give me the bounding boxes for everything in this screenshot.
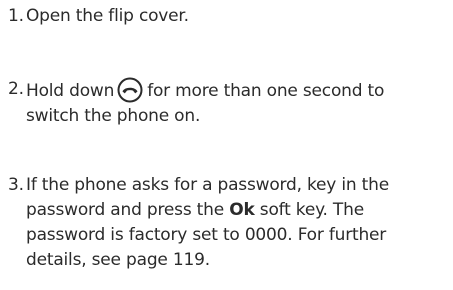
step-line: details, see page 119. (26, 250, 210, 270)
step-2: 2. Hold down for more than one second to… (8, 77, 384, 129)
step-number: 2. (8, 79, 24, 99)
step-number: 3. (8, 175, 24, 195)
step-line: password is factory set to 0000. For fur… (26, 225, 387, 245)
step-line: password and press the Ok soft key. The (26, 198, 389, 223)
step-text: soft key. The (259, 200, 364, 220)
step-line: switch the phone on. (26, 106, 201, 126)
step-1: 1. Open the flip cover. (8, 4, 189, 29)
step-text: for more than one second to (147, 81, 385, 101)
step-line: Hold down for more than one second to (26, 77, 384, 104)
step-text: Hold down (26, 81, 115, 101)
step-number: 1. (8, 6, 24, 26)
step-text: password and press the (26, 200, 224, 220)
ok-soft-key-label: Ok (229, 200, 255, 220)
end-call-key-icon (117, 77, 143, 103)
step-text: Open the flip cover. (26, 6, 189, 26)
step-line: If the phone asks for a password, key in… (26, 175, 389, 195)
step-3: 3. If the phone asks for a password, key… (8, 173, 389, 273)
